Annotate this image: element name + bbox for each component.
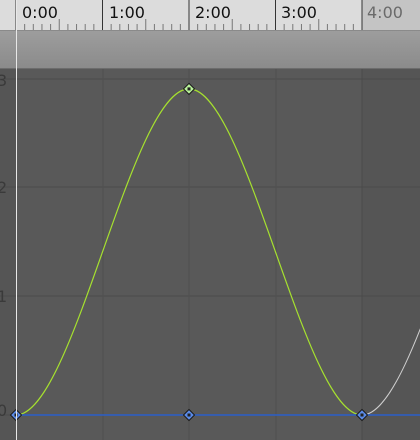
tick-label-3: 3:00 [281, 3, 317, 22]
playhead-line[interactable] [16, 0, 17, 440]
curve-editor-area[interactable]: 3 2 1 0 [0, 69, 420, 440]
tick-label-1: 1:00 [109, 3, 145, 22]
y-axis-label-0: 0 [0, 401, 7, 420]
y-axis-label-1: 1 [0, 287, 7, 306]
timeline-ruler[interactable]: 0:00 1:00 2:00 3:00 4:00 [0, 0, 420, 31]
tick-label-2: 2:00 [195, 3, 231, 22]
tick-label-4: 4:00 [367, 3, 403, 22]
curve-wrap-line [361, 328, 420, 416]
y-axis-label-3: 3 [0, 71, 7, 90]
tick-label-0: 0:00 [22, 3, 58, 22]
y-axis-label-2: 2 [0, 178, 7, 197]
event-track-bar[interactable] [0, 31, 420, 69]
curve-canvas[interactable]: 3 2 1 0 [0, 69, 420, 440]
